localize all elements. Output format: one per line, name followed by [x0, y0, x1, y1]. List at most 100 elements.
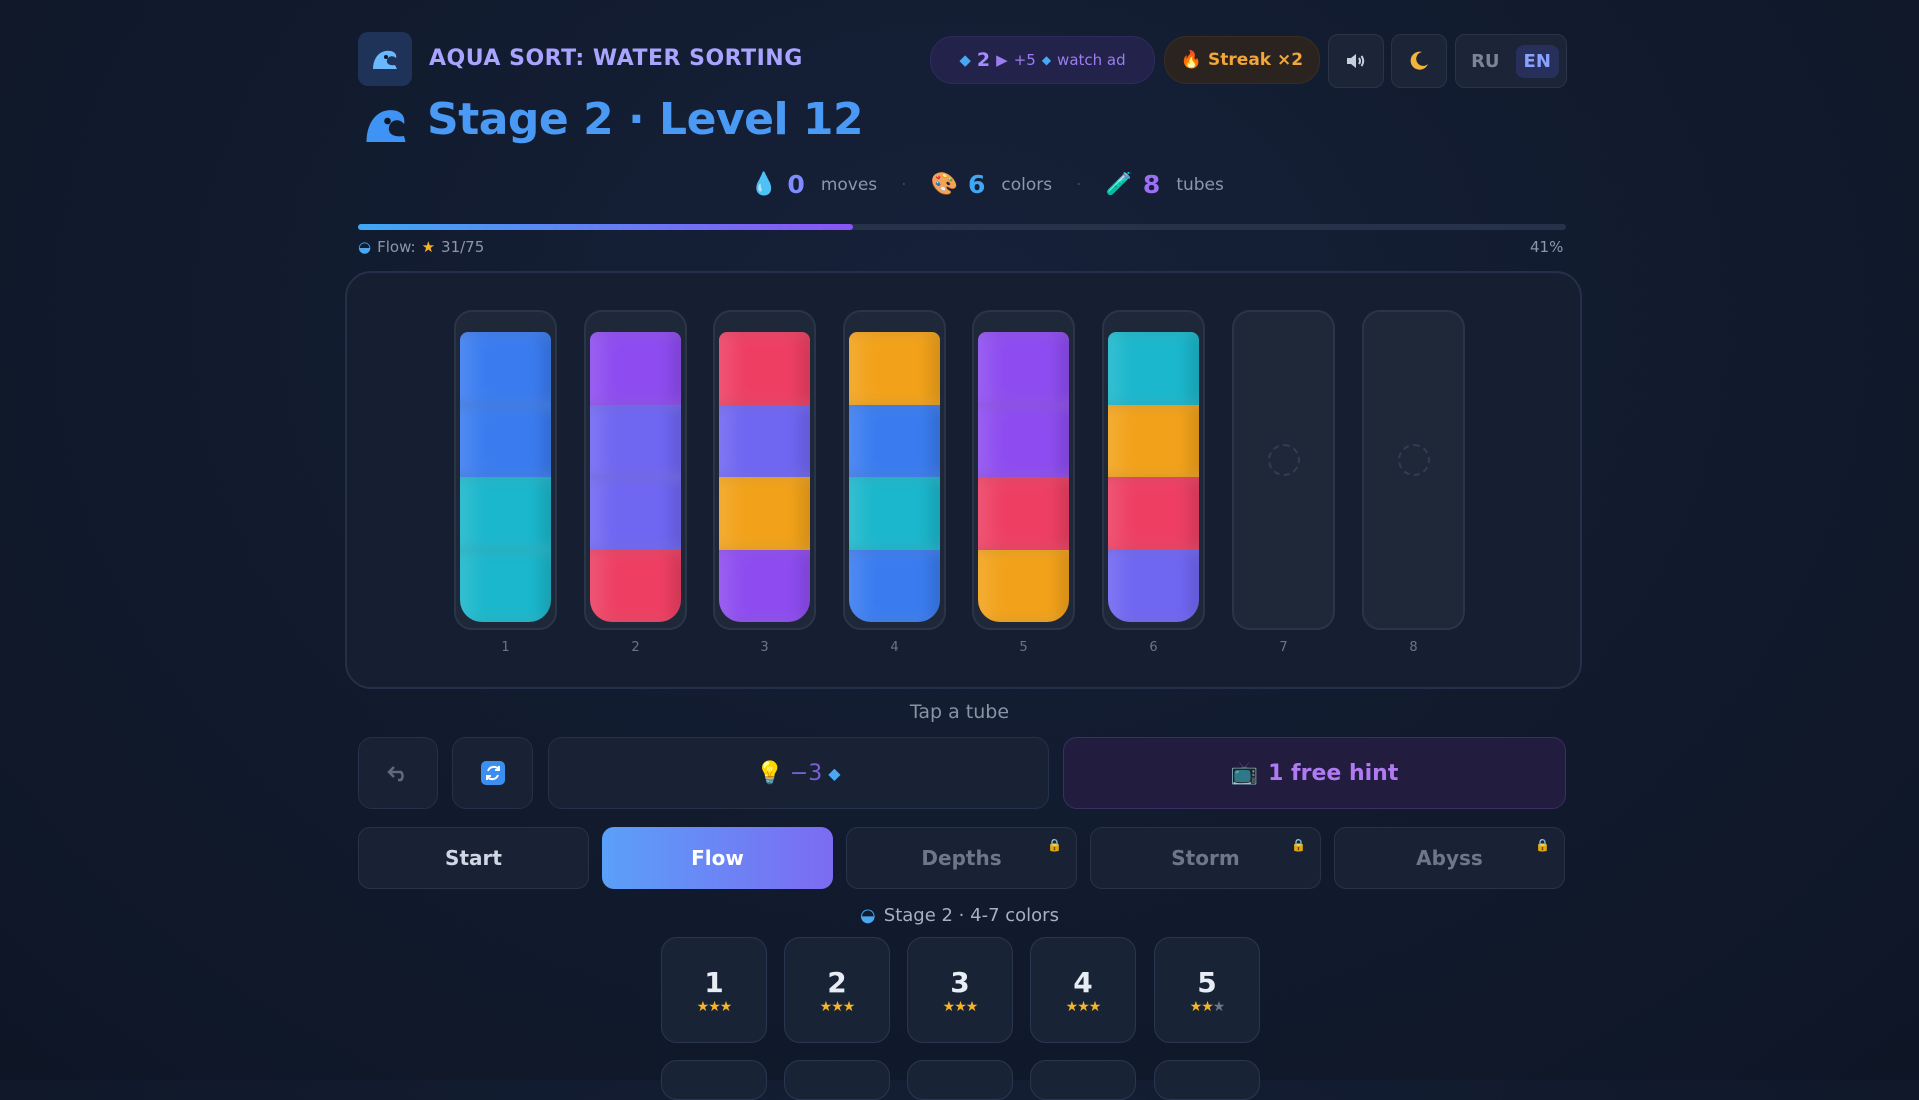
stage-subtitle: Stage 2 · 4-7 colors	[883, 905, 1059, 926]
tube-6[interactable]	[1102, 310, 1205, 630]
level-tile-3[interactable]: 3 ★★★	[907, 937, 1013, 1043]
tube-4[interactable]	[843, 310, 946, 630]
lang-en[interactable]: EN	[1515, 44, 1559, 78]
level-tile-4[interactable]: 4 ★★★	[1030, 937, 1136, 1043]
gem-icon: ◆	[828, 763, 841, 783]
liquid-layer-indigo	[590, 404, 681, 477]
tube-number: 6	[1149, 640, 1158, 655]
lock-icon: 🔒	[1291, 838, 1306, 852]
tube-3[interactable]	[713, 310, 816, 630]
undo-arrow-icon	[387, 766, 404, 782]
tube-7[interactable]	[1232, 310, 1335, 630]
liquid-layer-red	[590, 549, 681, 622]
star-icon: ★	[1189, 999, 1203, 1015]
mode-tab-flow[interactable]: Flow	[602, 827, 833, 889]
progress-stars: 31/75	[441, 238, 485, 256]
stats-separator: ·	[1076, 174, 1082, 195]
empty-tube-icon	[1267, 444, 1300, 476]
level-stars: ★★★	[1031, 999, 1135, 1015]
liquid-layer-purple	[978, 404, 1069, 477]
mode-label: Storm	[1171, 846, 1240, 870]
mode-tab-abyss[interactable]: Abyss 🔒	[1334, 827, 1565, 889]
theme-toggle-button[interactable]	[1391, 34, 1447, 88]
star-icon: ★	[696, 999, 710, 1015]
level-tile-2[interactable]: 2 ★★★	[784, 937, 890, 1043]
star-icon: ★	[954, 999, 967, 1015]
level-tile-5[interactable]: 5 ★★★	[1154, 937, 1260, 1043]
wave-small-icon: ◒	[358, 238, 372, 256]
undo-button[interactable]	[358, 737, 438, 809]
hint-cost: −3	[789, 760, 823, 786]
progress-info: ◒ Flow: ★ 31/75	[358, 238, 484, 256]
app-logo	[358, 32, 412, 86]
moves-label: moves	[820, 174, 878, 195]
gem-balance-watch-ad[interactable]: ◆ 2 ▶ +5 ◆ watch ad	[930, 36, 1155, 84]
level-title: Stage 2 · Level 12	[427, 94, 864, 145]
star-icon: ★	[1201, 999, 1214, 1015]
test-tube-icon: 🧪	[1105, 172, 1133, 197]
level-tile-next-row[interactable]	[1154, 1060, 1260, 1100]
level-tile-next-row[interactable]	[784, 1060, 890, 1100]
liquid-layer-purple	[590, 332, 681, 405]
liquid-layer-orange	[849, 332, 940, 405]
liquid-layer-red	[978, 477, 1069, 550]
level-number: 4	[1073, 966, 1093, 999]
gem-small-icon: ◆	[1041, 53, 1052, 67]
wave-logo-icon	[373, 50, 397, 69]
progress-bar	[358, 224, 1566, 230]
progress-percent: 41%	[1530, 238, 1564, 256]
liquid-layer-red	[719, 332, 810, 405]
restart-button[interactable]	[452, 737, 533, 809]
tube-2[interactable]	[584, 310, 687, 630]
free-hint-button[interactable]: 📺 1 free hint	[1063, 737, 1566, 809]
level-number: 2	[827, 966, 847, 999]
star-icon: ★	[1088, 999, 1102, 1015]
tube-liquid	[719, 332, 810, 622]
tube-number: 4	[890, 640, 899, 655]
level-tile-next-row[interactable]	[661, 1060, 767, 1100]
gem-reward: +5	[1013, 51, 1036, 69]
paid-hint-button[interactable]: 💡 −3 ◆	[548, 737, 1049, 809]
flame-icon: 🔥	[1180, 50, 1203, 70]
tube-liquid	[590, 332, 681, 622]
tube-liquid	[978, 332, 1069, 622]
level-wave-icon	[362, 100, 410, 152]
level-number: 5	[1197, 966, 1217, 999]
tube-5[interactable]	[972, 310, 1075, 630]
moon-icon	[1410, 51, 1428, 70]
lang-ru[interactable]: RU	[1463, 45, 1507, 78]
tubes-label: tubes	[1176, 174, 1224, 195]
droplet-icon: 💧	[750, 172, 778, 197]
tube-8[interactable]	[1362, 310, 1465, 630]
language-switcher: RU EN	[1455, 34, 1567, 88]
liquid-layer-teal	[1108, 332, 1199, 405]
app-title: AQUA SORT: WATER SORTING	[429, 46, 803, 71]
tap-hint: Tap a tube	[909, 701, 1010, 723]
liquid-layer-indigo	[1108, 549, 1199, 622]
liquid-layer-orange	[1108, 404, 1199, 477]
liquid-layer-purple	[978, 332, 1069, 405]
liquid-layer-blue	[460, 404, 551, 477]
gem-count: 2	[976, 49, 991, 71]
tube-liquid	[849, 332, 940, 622]
sound-button[interactable]	[1328, 34, 1384, 88]
star-icon: ★	[965, 999, 979, 1015]
liquid-layer-teal	[460, 477, 551, 550]
level-tile-next-row[interactable]	[907, 1060, 1013, 1100]
level-tile-1[interactable]: 1 ★★★	[661, 937, 767, 1043]
level-number: 3	[950, 966, 970, 999]
colors-label: colors	[1001, 174, 1053, 195]
liquid-layer-teal	[460, 549, 551, 622]
level-tile-next-row[interactable]	[1030, 1060, 1136, 1100]
mode-label: Flow	[691, 846, 744, 870]
stage-subtitle-row: ◒ Stage 2 · 4-7 colors	[0, 905, 1919, 926]
liquid-layer-purple	[719, 549, 810, 622]
tube-number: 5	[1019, 640, 1028, 655]
liquid-layer-red	[1108, 477, 1199, 550]
mode-tab-start[interactable]: Start	[358, 827, 589, 889]
tube-1[interactable]	[454, 310, 557, 630]
mode-tab-storm[interactable]: Storm 🔒	[1090, 827, 1321, 889]
mode-tab-depths[interactable]: Depths 🔒	[846, 827, 1077, 889]
star-icon: ★	[719, 999, 733, 1015]
star-icon: ★	[819, 999, 833, 1015]
